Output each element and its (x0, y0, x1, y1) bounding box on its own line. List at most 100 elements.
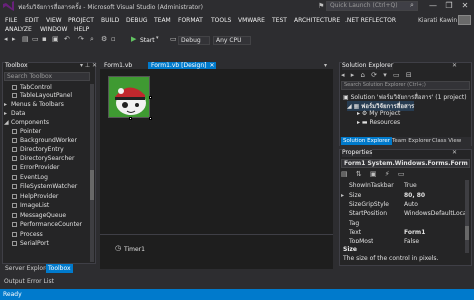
tab-server-explorer[interactable]: Server Explorer (5, 265, 52, 272)
tab-class-view[interactable]: Class View (432, 138, 461, 144)
tab-solution-explorer[interactable]: Solution Explorer (341, 137, 393, 145)
tab-error-list[interactable]: Error List (27, 278, 54, 285)
menu-debug[interactable]: DEBUG (126, 17, 148, 24)
toolbox-group[interactable]: ▸ Data (4, 110, 25, 118)
menu-test[interactable]: TEST (272, 17, 287, 24)
new-project-icon[interactable]: ▤ (22, 35, 29, 43)
resize-handle[interactable] (149, 117, 152, 120)
toolbox-item[interactable]: DirectorySearcher (12, 155, 74, 163)
configuration-select[interactable]: Debug (178, 36, 210, 45)
maximize-button[interactable]: ❐ (442, 0, 456, 11)
toolbox-item[interactable]: TabControl (12, 84, 52, 92)
toolbox-item[interactable]: SerialPort (12, 240, 49, 248)
property-name[interactable]: TopMost (349, 238, 373, 243)
start-icon[interactable]: ▶ (131, 35, 136, 43)
open-icon[interactable]: ▭ (32, 35, 39, 43)
solution-search-input[interactable]: Search Solution Explorer (Ctrl+;) (341, 81, 470, 90)
close-button[interactable]: ✕ (458, 0, 472, 11)
menu-project[interactable]: PROJECT (68, 17, 94, 24)
properties-scrollbar-thumb[interactable] (465, 226, 469, 240)
toolbox-item[interactable]: Process (12, 231, 43, 239)
toolbox-item[interactable]: BackgroundWorker (12, 137, 77, 145)
menu-vmware[interactable]: VMWARE (238, 17, 265, 24)
menu-format[interactable]: FORMAT (178, 17, 203, 24)
property-name[interactable]: Tag (349, 220, 359, 227)
menu-edit[interactable]: EDIT (25, 17, 39, 24)
tool-icon[interactable]: ▫ (111, 35, 116, 43)
toolbox-item[interactable]: PerformanceCounter (12, 221, 82, 229)
toolbox-item[interactable]: ErrorProvider (12, 164, 59, 172)
notification-flag-icon[interactable]: ⚑ (318, 2, 324, 10)
toolbox-item[interactable]: HelpProvider (12, 193, 58, 201)
undo-icon[interactable]: ↶ (64, 35, 70, 43)
property-value[interactable]: False (404, 238, 419, 243)
property-value[interactable]: 80, 80 (404, 192, 425, 199)
property-value[interactable]: WindowsDefaultLocati (404, 210, 465, 217)
property-name[interactable]: Size (349, 192, 361, 199)
redo-icon[interactable]: ↷ (78, 35, 84, 43)
platform-select[interactable]: Any CPU (213, 36, 251, 45)
attach-icon[interactable]: ▭ (170, 35, 177, 43)
toolbox-item[interactable]: DirectoryEntry (12, 146, 64, 154)
close-icon[interactable]: ✕ (452, 62, 457, 69)
property-value[interactable]: Auto (404, 201, 418, 208)
start-button[interactable]: Start (140, 37, 155, 44)
close-icon[interactable]: ✕ (452, 149, 457, 156)
form1-design-window[interactable] (108, 76, 150, 118)
toolbox-search-input[interactable]: Search Toolbox (4, 72, 90, 81)
menu-tools[interactable]: TOOLS (211, 17, 231, 24)
resize-handle[interactable] (129, 117, 132, 120)
forward-icon[interactable]: ▸ (12, 35, 16, 43)
toolbox-item[interactable]: EventLog (12, 174, 48, 182)
my-project-node[interactable]: ▸ ⚙ My Project (357, 110, 400, 117)
expand-icon[interactable]: ▸ (341, 192, 344, 199)
menu-file[interactable]: FILE (5, 17, 17, 24)
tab-output[interactable]: Output (4, 278, 25, 285)
toolbox-group[interactable]: ▸ Menus & Toolbars (4, 101, 64, 109)
properties-toolbar-icons[interactable]: ▤ ⇅ ▣ ⚡ ▭ (341, 170, 408, 178)
property-value[interactable]: True (404, 182, 417, 189)
timer-icon[interactable]: ◷ (115, 244, 121, 252)
property-name[interactable]: Text (349, 229, 361, 236)
object-selector[interactable]: Form1 System.Windows.Forms.Form (341, 159, 470, 168)
configure-icon[interactable]: ⚙ (101, 35, 107, 43)
menu-window[interactable]: WINDOW (40, 26, 67, 33)
user-name[interactable]: Kiarati Kawin (418, 17, 457, 24)
toolbox-item[interactable]: FileSystemWatcher (12, 183, 77, 191)
menu-architecture[interactable]: ARCHITECTURE (294, 17, 340, 24)
save-all-icon[interactable]: ▣ (52, 35, 59, 43)
timer1-component[interactable]: Timer1 (124, 246, 145, 253)
start-dropdown-icon[interactable]: ▾ (156, 35, 159, 41)
property-value[interactable]: Form1 (404, 229, 425, 236)
tab-team-explorer[interactable]: Team Explorer (392, 138, 431, 144)
menu-team[interactable]: TEAM (154, 17, 171, 24)
menu-build[interactable]: BUILD (101, 17, 119, 24)
toolbox-item[interactable]: ImageList (12, 202, 49, 210)
avatar[interactable] (458, 15, 471, 25)
minimize-button[interactable]: — (426, 0, 440, 11)
menu-view[interactable]: VIEW (46, 17, 62, 24)
tab-list-dropdown-icon[interactable]: ▾ (324, 62, 327, 69)
property-name[interactable]: SizeGripStyle (349, 201, 389, 208)
properties-scrollbar[interactable] (465, 180, 469, 253)
resize-handle[interactable] (149, 96, 152, 99)
back-icon[interactable]: ◂ (4, 35, 8, 43)
solution-toolbar-icons[interactable]: ◂ ▸ ⌂ ⟳ ▾ ▭ ⊟ (341, 71, 414, 79)
property-name[interactable]: ShowInTaskbar (349, 182, 394, 189)
pin-icon[interactable]: ▾ ⊥ ✕ (80, 62, 97, 69)
resources-node[interactable]: ▸ ▬ Resources (357, 119, 400, 126)
toolbox-scrollbar-thumb[interactable] (90, 170, 94, 200)
toolbox-item[interactable]: MessageQueue (12, 212, 66, 220)
tab-toolbox[interactable]: Toolbox (46, 264, 73, 273)
search-icon[interactable]: ⌕ (410, 1, 414, 10)
property-name[interactable]: StartPosition (349, 210, 387, 217)
toolbox-item[interactable]: Pointer (12, 128, 41, 136)
toolbox-item[interactable]: TableLayoutPanel (12, 92, 72, 100)
close-tab-icon[interactable]: ✕ (210, 62, 215, 69)
toolbox-group[interactable]: ◢ Components (4, 119, 49, 127)
find-icon[interactable]: ⌕ (90, 35, 94, 44)
quick-launch-input[interactable]: Quick Launch (Ctrl+Q) (326, 1, 418, 11)
menu-analyze[interactable]: ANALYZE (5, 26, 32, 33)
menu-help[interactable]: HELP (74, 26, 89, 33)
menu-net-reflector[interactable]: .NET REFLECTOR (345, 17, 396, 24)
